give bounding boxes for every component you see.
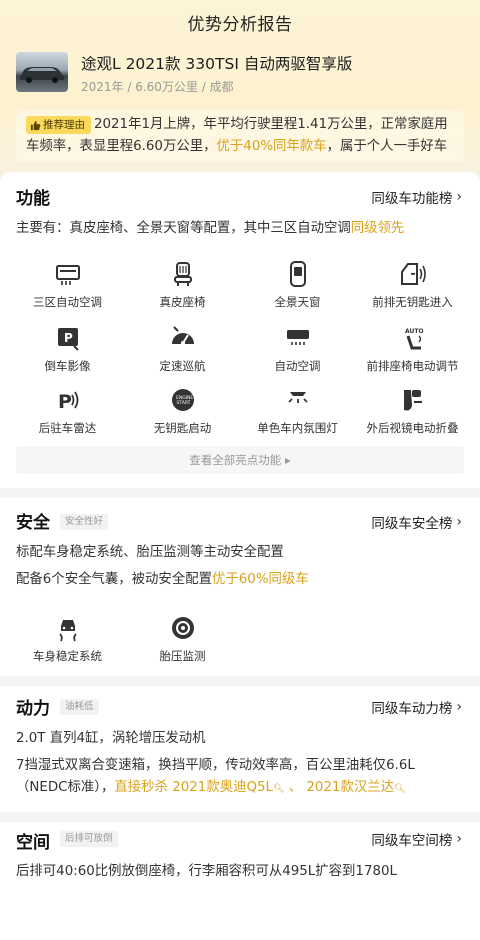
chevron-right-icon: › [456,189,462,205]
feature-item[interactable]: P 后驻车雷达 [10,386,125,442]
car-title: 途观L 2021款 330TSI 自动两驱智享版 [81,55,353,73]
feature-item[interactable]: 三区自动空调 [10,260,125,316]
feature-item[interactable]: P 倒车影像 [10,324,125,380]
car-meta: 2021年 / 6.60万公里 / 成都 [81,80,234,94]
features-rank-link[interactable]: 同级车功能榜 › [371,187,462,207]
feature-item[interactable]: AUTO 前排座椅电动调节 [355,324,470,380]
feature-item[interactable]: ENGINE START 无钥匙启动 [125,386,240,442]
compare-car-link[interactable]: 2021款汉兰达🔍︎ [306,780,405,795]
reason-tag: 推荐理由 [26,116,91,134]
safety-item[interactable]: 胎压监测 [125,614,240,670]
recommend-reason: 2021年1月上牌，年平均行驶里程1.41万公里，正常家庭用车频率，表显里程6.… [16,110,464,162]
caret-right-icon: ▸ [284,453,291,467]
reason-highlight: 优于40%同年款车 [216,139,327,154]
power-line-2: 7挡湿式双离合变速箱，换挡平顺，传动效率高，百公里油耗仅6.6L（NEDC标准）… [16,758,415,795]
power-seat-icon: AUTO [405,328,424,350]
safety-title: 安全 [16,513,50,533]
power-title: 动力 [16,699,50,719]
power-line-1: 2.0T 直列4缸，涡轮增压发动机 [16,731,206,746]
feature-item[interactable]: 自动空调 [240,324,355,380]
ambient-light-icon [287,392,308,403]
sunroof-icon [289,261,306,287]
safety-rank-link[interactable]: 同级车安全榜 › [371,512,462,532]
compare-car-link[interactable]: 2021款奥迪Q5L🔍︎ [172,780,284,795]
feature-item[interactable]: 外后视镜电动折叠 [355,386,470,442]
chevron-right-icon: › [456,514,462,530]
section-divider [0,488,480,498]
feature-item[interactable]: 前排无钥匙进入 [355,260,470,316]
space-line-1: 后排可40:60比例放倒座椅，行李厢容积可从495L扩容到1780L [16,864,397,879]
feature-item[interactable]: 真皮座椅 [125,260,240,316]
power-rank-link[interactable]: 同级车动力榜 › [371,697,462,717]
feature-item[interactable]: 单色车内氛围灯 [240,386,355,442]
space-badge: 后排可放倒 [60,831,118,847]
view-all-features-button[interactable]: 查看全部亮点功能 ▸ [16,446,464,474]
section-divider [0,812,480,822]
stability-control-icon [58,620,77,642]
safety-badge: 安全性好 [60,514,109,530]
safety-line-1: 标配车身稳定系统、胎压监测等主动安全配置 [16,545,284,560]
safety-item[interactable]: 车身稳定系统 [10,614,125,670]
chevron-right-icon: › [456,699,462,715]
page-title: 优势分析报告 [187,15,293,35]
parking-radar-icon: P [58,391,78,413]
auto-ac-icon [286,330,309,345]
feature-item[interactable]: 定速巡航 [125,324,240,380]
reverse-camera-icon: P [57,328,79,351]
svg-text:AUTO: AUTO [405,328,424,335]
search-icon: 🔍︎ [273,784,285,794]
safety-line-2: 配备6个安全气囊，被动安全配置优于60%同级车 [16,572,309,587]
cruise-gauge-icon [171,326,194,345]
features-title: 功能 [16,189,50,209]
power-badge: 油耗低 [60,699,99,715]
tire-pressure-icon [171,617,194,639]
seat-icon [173,262,192,286]
thumbs-up-icon [30,120,41,130]
ac-panel-icon [55,265,80,285]
car-thumbnail [16,52,68,92]
start-stop-icon: ENGINESTART [171,389,194,411]
section-divider [0,676,480,686]
car-summary[interactable]: 途观L 2021款 330TSI 自动两驱智享版 2021年 / 6.60万公里… [16,52,466,96]
svg-text:P: P [64,331,73,345]
features-summary: 主要有：真皮座椅、全景天窗等配置，其中三区自动空调同级领先 [16,221,405,236]
feature-item[interactable]: 全景天窗 [240,260,355,316]
space-title: 空间 [16,833,50,853]
svg-text:P: P [58,391,72,413]
svg-text:START: START [176,400,190,406]
space-rank-link[interactable]: 同级车空间榜 › [371,829,462,849]
mirror-fold-icon [403,390,422,411]
keyless-door-icon [400,263,426,285]
search-icon: 🔍︎ [394,784,406,794]
chevron-right-icon: › [456,831,462,847]
